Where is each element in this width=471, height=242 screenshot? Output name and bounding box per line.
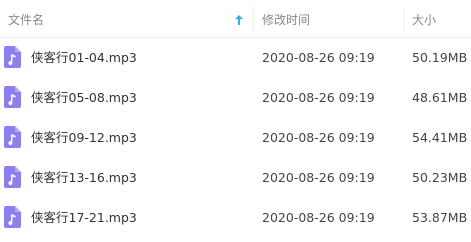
column-header-name[interactable]: 文件名: [8, 0, 248, 38]
file-modified-time: 2020-08-26 09:19: [262, 170, 375, 185]
music-file-icon: [4, 206, 21, 228]
file-row[interactable]: 侠客行01-04.mp3 2020-08-26 09:19 50.19MB: [0, 38, 471, 78]
column-header-size[interactable]: 大小: [412, 0, 467, 38]
file-size: 50.19MB: [412, 50, 468, 65]
music-file-icon: [4, 126, 21, 148]
file-size: 50.23MB: [412, 170, 468, 185]
file-name[interactable]: 侠客行05-08.mp3: [31, 78, 137, 118]
file-row[interactable]: 侠客行17-21.mp3 2020-08-26 09:19 53.87MB: [0, 198, 471, 238]
file-list-header: 文件名 修改时间 大小: [0, 0, 471, 38]
file-size: 54.41MB: [412, 130, 468, 145]
file-name[interactable]: 侠客行01-04.mp3: [31, 38, 137, 78]
file-size: 48.61MB: [412, 90, 468, 105]
file-name[interactable]: 侠客行09-12.mp3: [31, 118, 137, 158]
file-name[interactable]: 侠客行13-16.mp3: [31, 158, 137, 198]
file-modified-time: 2020-08-26 09:19: [262, 130, 375, 145]
file-row[interactable]: 侠客行09-12.mp3 2020-08-26 09:19 54.41MB: [0, 118, 471, 158]
file-list: 文件名 修改时间 大小 侠客行01-04.mp3 2020-08-26 09:1…: [0, 0, 471, 242]
file-modified-time: 2020-08-26 09:19: [262, 210, 375, 225]
file-name[interactable]: 侠客行17-21.mp3: [31, 198, 137, 238]
file-modified-time: 2020-08-26 09:19: [262, 50, 375, 65]
music-file-icon: [4, 166, 21, 188]
music-file-icon: [4, 46, 21, 68]
column-header-modified[interactable]: 修改时间: [262, 0, 402, 38]
file-size: 53.87MB: [412, 210, 468, 225]
music-file-icon: [4, 86, 21, 108]
column-divider[interactable]: [253, 6, 254, 32]
column-divider[interactable]: [403, 6, 404, 32]
file-row[interactable]: 侠客行13-16.mp3 2020-08-26 09:19 50.23MB: [0, 158, 471, 198]
sort-ascending-icon[interactable]: [234, 14, 244, 26]
file-row[interactable]: 侠客行05-08.mp3 2020-08-26 09:19 48.61MB: [0, 78, 471, 118]
file-modified-time: 2020-08-26 09:19: [262, 90, 375, 105]
